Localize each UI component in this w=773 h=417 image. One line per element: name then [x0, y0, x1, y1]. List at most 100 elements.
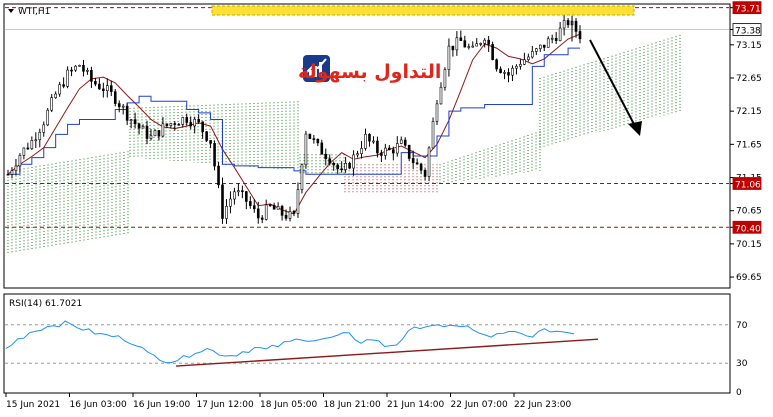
candle-body — [260, 217, 264, 220]
candle-body — [558, 27, 562, 41]
candle-body — [419, 163, 423, 171]
candle-body — [42, 124, 46, 133]
candle-body — [256, 208, 260, 219]
candle-body — [312, 138, 316, 140]
candle-body — [113, 91, 117, 104]
candle-body — [380, 152, 383, 156]
candle-body — [499, 68, 502, 73]
chart-window: 73.7173.3873.1572.6572.1571.6571.1571.06… — [0, 0, 773, 413]
candle-body — [535, 48, 538, 52]
candle-body — [483, 39, 486, 44]
candle-body — [90, 70, 93, 82]
candle-body — [106, 85, 109, 91]
candle-body — [94, 81, 97, 85]
candle-body — [578, 31, 582, 40]
candle-body — [38, 131, 42, 141]
candle-body — [523, 59, 526, 65]
time-tick-label: 16 Jun 19:00 — [133, 400, 190, 410]
price-tick-label: 71.06 — [735, 180, 761, 190]
candle-body — [531, 51, 534, 58]
candle-body — [177, 124, 181, 126]
candle-body — [205, 131, 208, 141]
price-tick-label: 72.15 — [736, 107, 762, 117]
candle-body — [542, 44, 546, 48]
candle-body — [6, 173, 10, 176]
candle-body — [411, 158, 415, 164]
candle-body — [376, 140, 379, 154]
candle-body — [550, 37, 554, 40]
candle-body — [145, 126, 149, 139]
candle-body — [74, 65, 77, 71]
candle-body — [475, 43, 479, 47]
candle-body — [491, 44, 494, 60]
time-tick-label: 22 Jun 23:00 — [514, 400, 571, 410]
candle-body — [344, 163, 347, 170]
price-axis: 73.7173.3873.1572.6572.1571.6571.1571.06… — [730, 1, 762, 283]
candle-body — [515, 65, 518, 69]
candle-body — [209, 140, 212, 144]
candle-body — [427, 147, 431, 177]
candle-body — [423, 169, 427, 177]
candle-body — [70, 69, 73, 72]
candle-body — [340, 168, 343, 171]
candle-body — [562, 20, 566, 29]
candle-body — [185, 117, 189, 123]
rsi-tick-label: 30 — [736, 359, 748, 369]
candle-body — [137, 123, 141, 129]
candle-body — [149, 135, 153, 139]
candle-body — [233, 191, 236, 200]
candle-body — [368, 133, 371, 142]
rsi-tick-label: 0 — [736, 388, 742, 398]
candle-body — [82, 65, 85, 72]
candle-body — [538, 44, 542, 50]
candle-body — [78, 65, 81, 67]
time-tick-label: 21 Jun 14:00 — [387, 400, 444, 410]
candle-body — [503, 72, 506, 74]
candle-body — [546, 38, 550, 48]
time-tick-label: 17 Jun 12:00 — [197, 400, 254, 410]
candle-body — [300, 164, 304, 190]
candle-body — [332, 162, 336, 166]
candle-body — [50, 97, 53, 111]
candle-body — [467, 46, 471, 48]
candle-body — [280, 206, 284, 216]
candle-body — [98, 83, 101, 90]
candle-body — [125, 105, 129, 121]
candle-body — [189, 122, 193, 127]
time-tick-label: 18 Jun 05:00 — [260, 400, 317, 410]
candle-body — [435, 103, 439, 122]
candle-body — [463, 40, 467, 48]
candle-body — [304, 133, 308, 166]
candle-body — [22, 147, 26, 156]
candle-body — [249, 201, 252, 206]
candle-body — [320, 142, 324, 155]
price-tick-label: 69.65 — [736, 273, 762, 283]
rsi-panel — [3, 293, 731, 394]
candle-body — [328, 158, 332, 164]
candle-body — [443, 69, 447, 88]
candle-body — [554, 37, 558, 41]
candle-body — [109, 85, 113, 92]
candle-body — [30, 140, 34, 149]
candle-body — [54, 93, 57, 98]
price-chart: 73.7173.3873.1572.6572.1571.6571.1571.06… — [3, 1, 762, 410]
candle-body — [459, 37, 463, 41]
candle-body — [14, 165, 18, 171]
candle-body — [165, 123, 169, 126]
candle-body — [157, 130, 161, 137]
candle-body — [129, 119, 133, 121]
candle-body — [519, 64, 522, 67]
price-tick-label: 71.65 — [736, 140, 762, 150]
candle-body — [284, 215, 288, 219]
candle-body — [507, 72, 510, 76]
candle-body — [86, 70, 89, 72]
candle-body — [566, 20, 570, 26]
candle-body — [133, 119, 137, 125]
candle-body — [455, 37, 459, 51]
time-tick-label: 18 Jun 21:00 — [324, 400, 381, 410]
candle-body — [395, 143, 399, 154]
price-tick-label: 73.15 — [736, 41, 762, 51]
candle-body — [252, 205, 256, 210]
candle-body — [197, 119, 200, 123]
price-tick-label: 70.40 — [735, 224, 761, 234]
